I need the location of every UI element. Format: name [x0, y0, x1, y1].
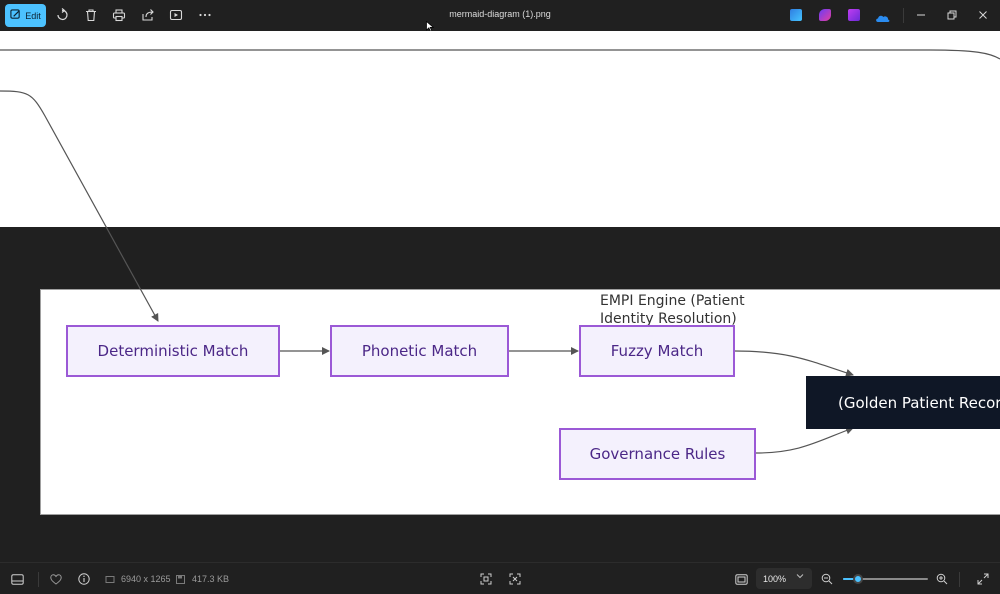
- status-bar: 6940 x 1265 417.3 KB 100%: [0, 562, 1000, 594]
- node-label: Fuzzy Match: [610, 342, 704, 360]
- fullscreen-icon[interactable]: [976, 572, 990, 586]
- info-icon[interactable]: [77, 572, 91, 586]
- diagram-edges: [0, 49, 1000, 454]
- fit-to-window-icon[interactable]: [479, 572, 493, 586]
- photos-app-icon[interactable]: [848, 9, 860, 21]
- restore-icon[interactable]: [942, 6, 962, 24]
- minimize-icon[interactable]: [911, 6, 931, 24]
- separator: [38, 572, 39, 587]
- zoom-slider-thumb[interactable]: [853, 574, 864, 584]
- clipchamp-app-icon[interactable]: [819, 9, 831, 21]
- node-label: Phonetic Match: [361, 342, 478, 360]
- view-mode-icon[interactable]: [734, 572, 748, 586]
- node-governance-rules: Governance Rules: [559, 428, 756, 480]
- dimensions-icon: [103, 572, 117, 586]
- edge-fuzzy-golden: [734, 350, 854, 377]
- node-label: Deterministic Match: [97, 342, 249, 360]
- separator: [959, 572, 960, 587]
- file-size-icon: [173, 572, 187, 586]
- title-bar: Edit mermaid-diagram (1).png: [0, 0, 1000, 32]
- chevron-down-icon: [796, 572, 804, 582]
- zoom-select[interactable]: 100%: [756, 568, 812, 589]
- zoom-out-icon[interactable]: [820, 572, 834, 586]
- image-dimensions: 6940 x 1265: [121, 574, 171, 584]
- node-golden-patient-record: (Golden Patient Record): [806, 376, 1000, 429]
- onedrive-icon[interactable]: [875, 9, 890, 22]
- separator: [903, 8, 904, 23]
- node-phonetic-match: Phonetic Match: [330, 325, 509, 377]
- designer-app-icon[interactable]: [790, 9, 802, 21]
- edge-governance-golden: [755, 426, 854, 454]
- node-fuzzy-match: Fuzzy Match: [579, 325, 735, 377]
- zoom-slider[interactable]: [843, 574, 928, 584]
- image-canvas[interactable]: EMPI Engine (Patient Identity Resolution…: [0, 31, 1000, 562]
- node-label: Governance Rules: [589, 445, 726, 463]
- actual-size-icon[interactable]: [508, 572, 522, 586]
- node-label: (Golden Patient Record): [838, 393, 1000, 412]
- file-size: 417.3 KB: [192, 574, 230, 584]
- zoom-in-icon[interactable]: [935, 572, 949, 586]
- node-deterministic-match: Deterministic Match: [66, 325, 280, 377]
- photos-viewer-window: Edit mermaid-diagram (1).png EMPI Engine…: [0, 0, 1000, 594]
- heart-icon[interactable]: [49, 572, 63, 586]
- close-icon[interactable]: [973, 6, 993, 24]
- zoom-value: 100%: [763, 573, 787, 584]
- filmstrip-icon[interactable]: [10, 572, 24, 586]
- edge-top-curve: [0, 49, 1000, 60]
- edge-into-deterministic: [0, 90, 159, 322]
